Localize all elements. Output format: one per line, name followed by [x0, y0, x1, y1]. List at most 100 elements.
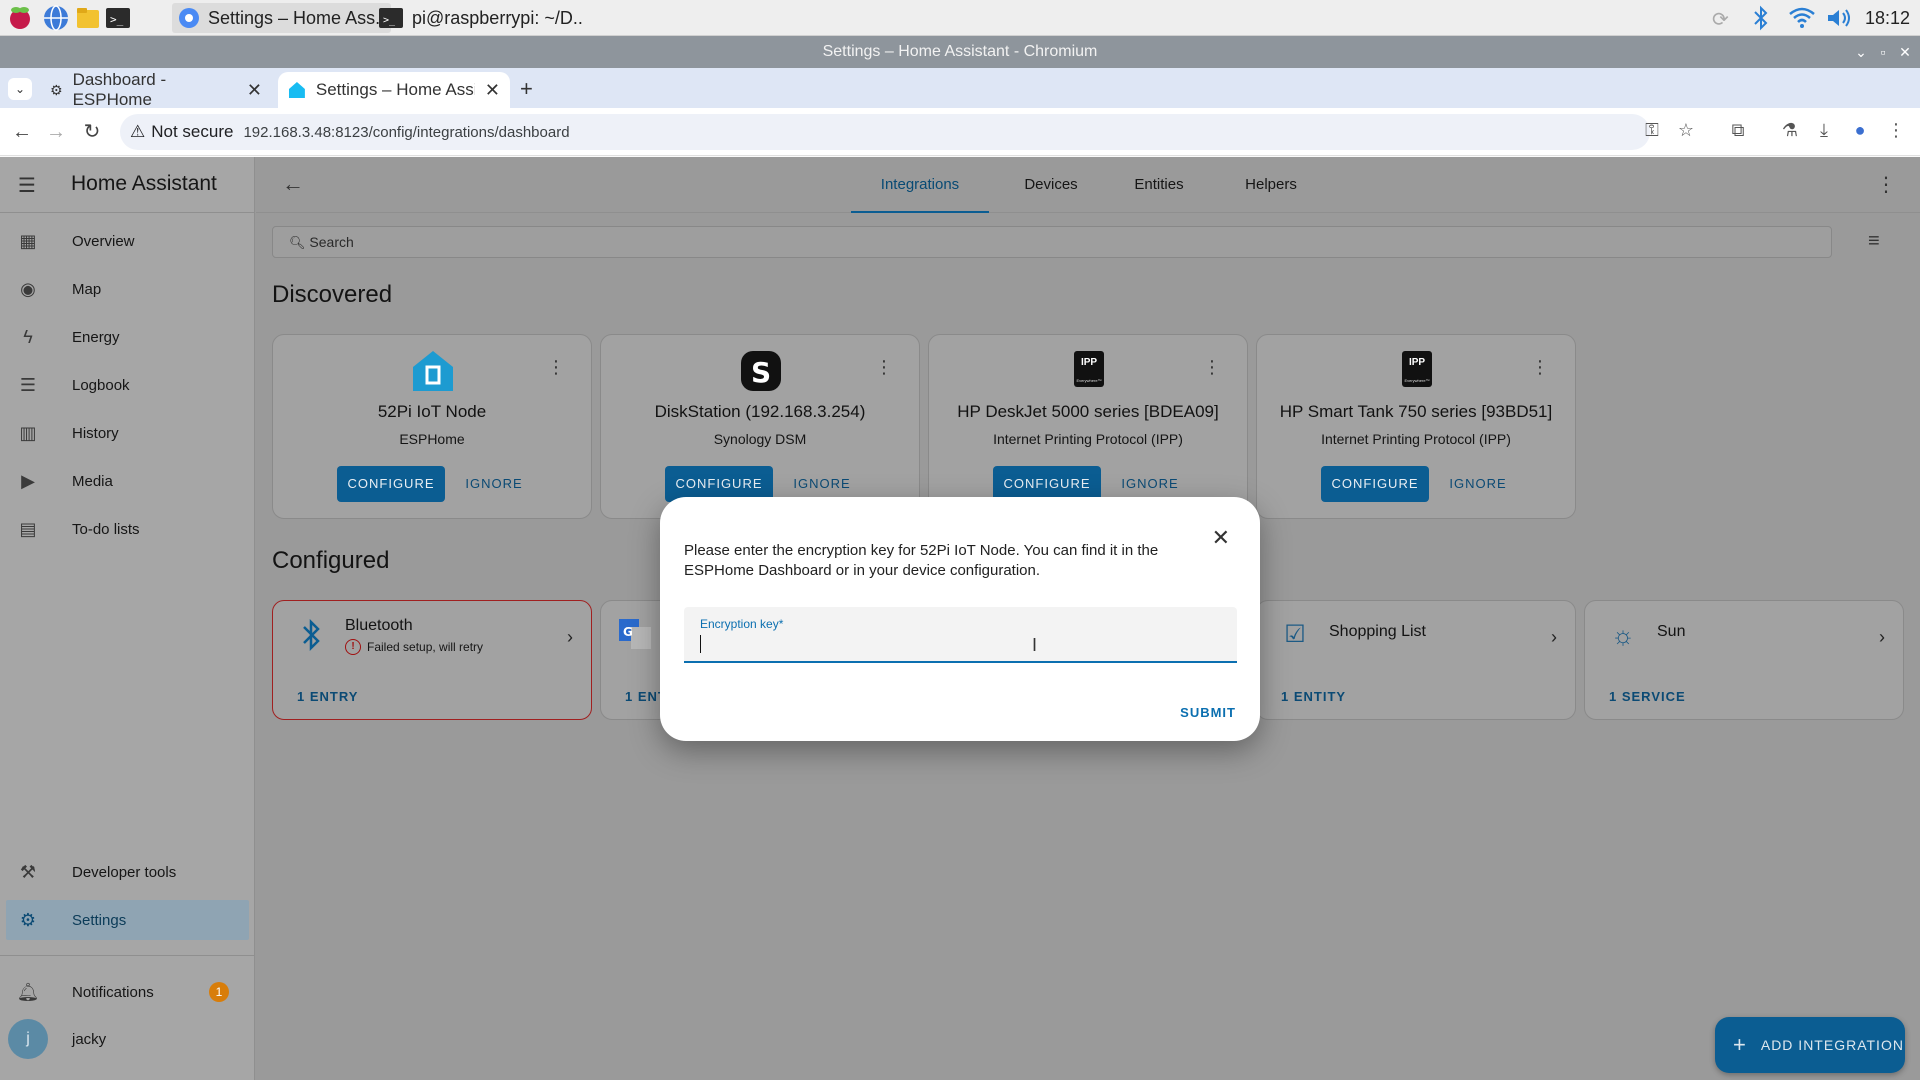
discovered-card-hp-deskjet: IPP Everywhere™ ⋮ HP DeskJet 5000 series…	[928, 334, 1248, 519]
configured-card-bluetooth[interactable]: Bluetooth ! Failed setup, will retry › 1…	[272, 600, 592, 720]
tab-entities[interactable]: Entities	[1104, 157, 1214, 213]
password-key-icon[interactable]: ⚿	[1640, 120, 1664, 144]
terminal-launcher-icon[interactable]: >_	[104, 4, 132, 32]
bluetooth-icon[interactable]	[1752, 5, 1770, 36]
svg-text:S: S	[751, 356, 771, 389]
sidebar-item-history[interactable]: ▥ History	[6, 413, 249, 453]
sidebar-item-logbook[interactable]: ☰ Logbook	[6, 365, 249, 405]
sidebar-item-notifications[interactable]: 🔔︎ Notifications 1	[6, 972, 249, 1012]
filter-icon[interactable]: ≡	[1868, 230, 1880, 253]
browser-tabstrip: ⌄ ⚙ Dashboard - ESPHome ✕ Settings – Hom…	[0, 68, 1920, 109]
close-window-icon[interactable]: ✕	[1894, 36, 1916, 68]
add-integration-button[interactable]: + ADD INTEGRATION	[1715, 1017, 1905, 1073]
svg-text:>_: >_	[383, 15, 396, 26]
wifi-icon[interactable]	[1788, 6, 1816, 35]
volume-icon[interactable]	[1826, 7, 1854, 34]
main-header: ← Integrations Devices Entities Helpers …	[256, 157, 1920, 213]
card-menu-icon[interactable]: ⋮	[1531, 357, 1549, 378]
search-placeholder: Search	[309, 234, 354, 250]
failed-status: ! Failed setup, will retry	[345, 639, 483, 655]
chevron-right-icon: ›	[1879, 627, 1885, 647]
tab-integrations[interactable]: Integrations	[851, 157, 989, 213]
card-menu-icon[interactable]: ⋮	[547, 357, 565, 378]
address-bar[interactable]: ⚠ Not secure 192.168.3.48:8123/config/in…	[120, 114, 1650, 150]
maximize-icon[interactable]: ▫	[1872, 36, 1894, 68]
field-label: Encryption key*	[700, 617, 784, 631]
web-browser-launcher-icon[interactable]	[42, 4, 70, 32]
bookmark-star-icon[interactable]: ☆	[1674, 120, 1698, 144]
card-footer[interactable]: 1 ENTITY	[1281, 689, 1346, 704]
card-menu-icon[interactable]: ⋮	[1203, 357, 1221, 378]
minimize-icon[interactable]: ⌄	[1850, 36, 1872, 68]
sidebar-item-media[interactable]: ▶ Media	[6, 461, 249, 501]
submit-button[interactable]: SUBMIT	[1180, 705, 1236, 720]
back-icon[interactable]: ←	[8, 118, 36, 146]
discovered-title: Discovered	[272, 281, 393, 308]
reload-icon[interactable]: ↻	[78, 118, 106, 146]
configure-button[interactable]: CONFIGURE	[337, 466, 445, 502]
new-tab-icon[interactable]: +	[520, 76, 533, 102]
taskbar-task-chromium[interactable]: Settings – Home Ass..	[172, 3, 392, 33]
sidebar-title: Home Assistant	[71, 172, 217, 195]
taskbar-task-terminal[interactable]: >_ pi@raspberrypi: ~/D..	[372, 3, 589, 33]
avatar: j	[8, 1019, 48, 1059]
chromium-icon	[179, 8, 199, 28]
sidebar-item-overview[interactable]: ▦ Overview	[6, 221, 249, 261]
map-icon: ◉	[20, 278, 36, 299]
security-indicator[interactable]: ⚠ Not secure	[130, 122, 233, 142]
sidebar-item-map[interactable]: ◉ Map	[6, 269, 249, 309]
text-cursor-ibeam-icon: I	[1032, 635, 1038, 655]
configured-card-shopping-list[interactable]: ☑ Shopping List › 1 ENTITY	[1256, 600, 1576, 720]
tab-label: Dashboard - ESPHome	[72, 70, 167, 109]
profile-icon[interactable]: ●	[1848, 120, 1872, 144]
sidebar-toggle-icon[interactable]: ☰	[18, 173, 36, 198]
card-subtitle: Internet Printing Protocol (IPP)	[993, 431, 1183, 447]
card-subtitle: Internet Printing Protocol (IPP)	[1321, 431, 1511, 447]
ignore-button[interactable]: IGNORE	[459, 466, 529, 502]
close-tab-icon[interactable]: ✕	[485, 80, 500, 101]
raspberry-menu-icon[interactable]	[6, 4, 34, 32]
browser-tab-settings[interactable]: Settings – Home Assis ✕	[278, 72, 510, 108]
card-footer[interactable]: 1 ENTRY	[297, 689, 358, 704]
ignore-button[interactable]: IGNORE	[1443, 466, 1513, 502]
svg-text:G: G	[623, 625, 633, 639]
overflow-menu-icon[interactable]: ⋮	[1876, 172, 1896, 197]
download-icon[interactable]: ⤓	[1812, 120, 1836, 144]
card-menu-icon[interactable]: ⋮	[875, 357, 893, 378]
card-subtitle: Synology DSM	[713, 431, 807, 447]
search-input[interactable]: 🔍︎ Search	[272, 226, 1832, 258]
tab-helpers[interactable]: Helpers	[1216, 157, 1326, 213]
sync-icon[interactable]: ⟳	[1712, 7, 1729, 32]
chevron-right-icon: ›	[567, 627, 573, 647]
configure-button[interactable]: CONFIGURE	[1321, 466, 1429, 502]
back-arrow-icon[interactable]: ←	[282, 171, 304, 197]
taskbar-task-label: Settings – Home Ass..	[208, 7, 386, 28]
browser-menu-icon[interactable]: ⋮	[1884, 120, 1908, 144]
sidebar-item-profile[interactable]: j jacky	[6, 1017, 249, 1061]
tab-list-chevron-icon[interactable]: ⌄	[8, 78, 32, 100]
sidebar-item-todo[interactable]: ▤ To-do lists	[6, 509, 249, 549]
card-footer[interactable]: 1 SERVICE	[1609, 689, 1686, 704]
sidebar-item-developer-tools[interactable]: ⚒ Developer tools	[6, 852, 249, 892]
browser-tab-esphome[interactable]: ⚙ Dashboard - ESPHome ✕	[40, 70, 272, 109]
sidebar-header: ☰ Home Assistant	[0, 157, 255, 213]
configured-card-sun[interactable]: ☼ Sun › 1 SERVICE	[1584, 600, 1904, 720]
lightning-icon: ϟ	[23, 326, 33, 347]
sidebar-item-settings[interactable]: ⚙ Settings	[6, 900, 249, 940]
esphome-logo-icon	[413, 351, 453, 391]
forward-icon[interactable]: →	[42, 118, 70, 146]
encryption-key-field[interactable]: Encryption key* I	[684, 607, 1237, 663]
tab-devices[interactable]: Devices	[996, 157, 1106, 213]
card-name: HP DeskJet 5000 series [BDEA09]	[957, 402, 1219, 421]
file-manager-launcher-icon[interactable]	[74, 4, 102, 32]
card-title: Bluetooth	[345, 617, 413, 634]
configured-title: Configured	[272, 547, 390, 574]
labs-flask-icon[interactable]: ⚗	[1778, 120, 1802, 144]
close-tab-icon[interactable]: ✕	[247, 80, 262, 101]
extensions-icon[interactable]: ⧉	[1726, 120, 1750, 144]
encryption-key-dialog: ✕ Please enter the encryption key for 52…	[660, 497, 1260, 741]
terminal-icon: >_	[379, 8, 403, 28]
media-play-icon: ▶	[21, 470, 35, 491]
sidebar-item-energy[interactable]: ϟ Energy	[6, 317, 249, 357]
sun-icon: ☼	[1611, 620, 1635, 650]
